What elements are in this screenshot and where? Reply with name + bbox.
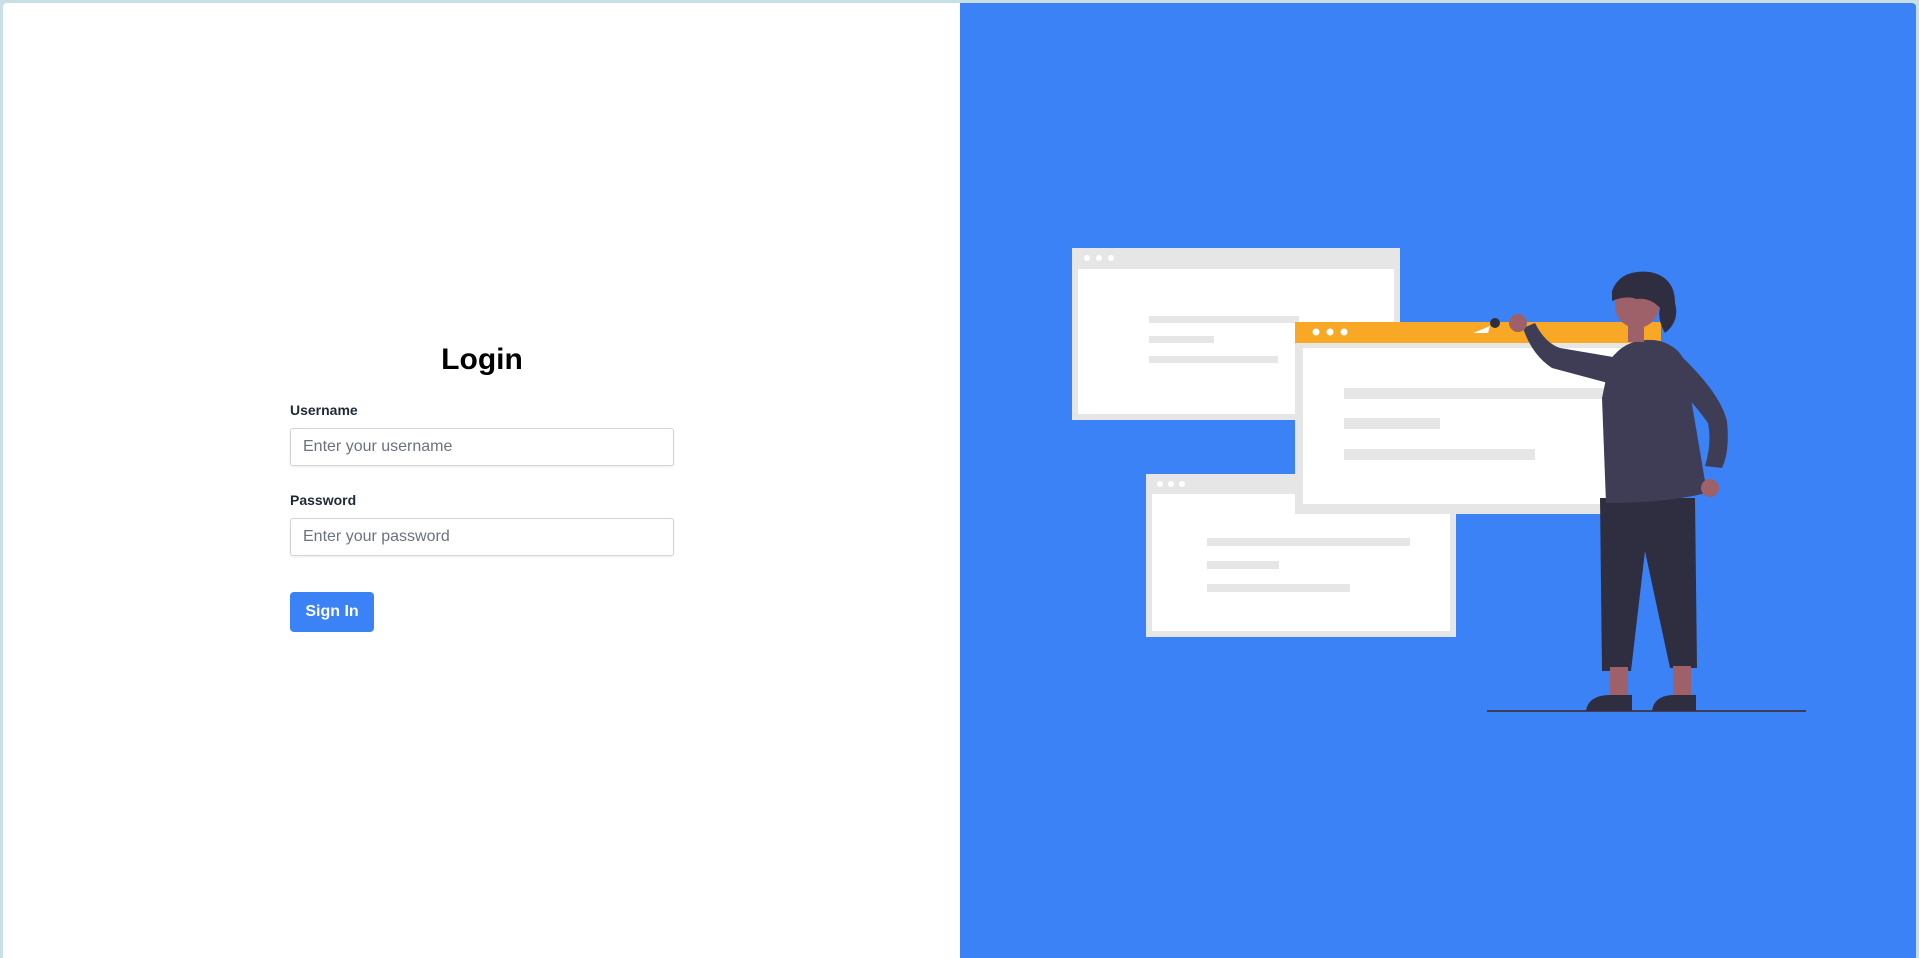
illustration-panel — [960, 3, 1916, 958]
username-input[interactable] — [290, 428, 674, 466]
login-form: Login Username Password Sign In — [290, 338, 674, 632]
password-input[interactable] — [290, 518, 674, 556]
username-label: Username — [290, 402, 358, 418]
login-panel: Login Username Password Sign In — [3, 3, 960, 958]
sign-in-button[interactable]: Sign In — [290, 592, 374, 632]
app-window: Login Username Password Sign In — [3, 3, 1916, 958]
person-pinning-windows-illustration — [1072, 248, 1806, 712]
password-label: Password — [290, 492, 357, 508]
page-title: Login — [441, 343, 523, 376]
